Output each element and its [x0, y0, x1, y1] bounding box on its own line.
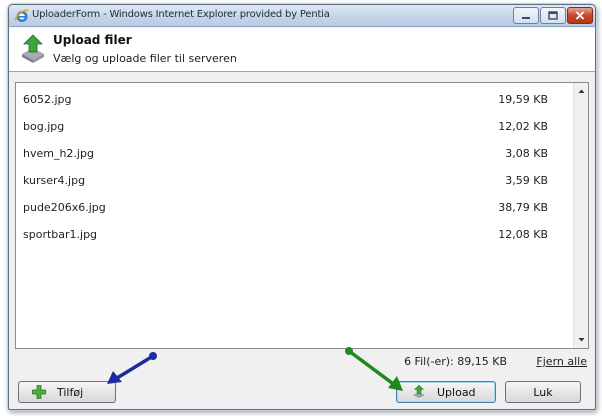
- file-size: 19,59 KB: [498, 93, 548, 106]
- file-name: kurser4.jpg: [23, 174, 86, 187]
- dialog-header: Upload filer Vælg og uploade filer til s…: [9, 28, 595, 72]
- dialog-subtitle: Vælg og uploade filer til serveren: [53, 52, 237, 65]
- upload-button[interactable]: Upload: [396, 381, 496, 403]
- dialog-title: Upload filer: [53, 33, 132, 47]
- uploader-window: UploaderForm - Windows Internet Explorer…: [8, 4, 596, 410]
- maximize-icon: [548, 11, 558, 20]
- file-size: 3,08 KB: [505, 147, 548, 160]
- file-name: sportbar1.jpg: [23, 228, 98, 241]
- list-item[interactable]: sportbar1.jpg 12,08 KB: [16, 224, 576, 244]
- upload-button-label: Upload: [437, 385, 476, 399]
- remove-all-link[interactable]: Fjern alle: [536, 355, 587, 368]
- upload-icon: [413, 384, 425, 398]
- add-button-label: Tilføj: [57, 385, 84, 399]
- file-name: 6052.jpg: [23, 93, 72, 106]
- minimize-button[interactable]: [513, 7, 539, 24]
- plus-icon: [32, 385, 46, 399]
- maximize-button[interactable]: [540, 7, 566, 24]
- window-title: UploaderForm - Windows Internet Explorer…: [32, 9, 330, 20]
- vertical-scrollbar[interactable]: [573, 83, 588, 348]
- add-button[interactable]: Tilføj: [18, 381, 116, 403]
- minimize-icon: [522, 16, 530, 19]
- scroll-down-button[interactable]: [574, 332, 589, 348]
- close-button-label: Luk: [533, 385, 553, 399]
- internet-explorer-icon: [14, 9, 29, 22]
- file-summary: 6 Fil(-er): 89,15 KB: [404, 355, 507, 368]
- list-item[interactable]: bog.jpg 12,02 KB: [16, 116, 576, 136]
- list-item[interactable]: pude206x6.jpg 38,79 KB: [16, 197, 576, 217]
- file-size: 3,59 KB: [505, 174, 548, 187]
- file-size: 12,02 KB: [498, 120, 548, 133]
- status-bar: 6 Fil(-er): 89,15 KB Fjern alle: [15, 350, 589, 372]
- list-item[interactable]: 6052.jpg 19,59 KB: [16, 89, 576, 109]
- arrow-down-icon: [578, 338, 585, 342]
- file-size: 38,79 KB: [498, 201, 548, 214]
- title-bar[interactable]: UploaderForm - Windows Internet Explorer…: [9, 5, 595, 27]
- file-name: bog.jpg: [23, 120, 65, 133]
- list-item[interactable]: hvem_h2.jpg 3,08 KB: [16, 143, 576, 163]
- scroll-up-button[interactable]: [574, 83, 589, 99]
- file-list[interactable]: 6052.jpg 19,59 KB bog.jpg 12,02 KB hvem_…: [15, 82, 589, 349]
- arrow-up-icon: [578, 89, 585, 93]
- file-name: pude206x6.jpg: [23, 201, 106, 214]
- list-item[interactable]: kurser4.jpg 3,59 KB: [16, 170, 576, 190]
- window-close-button[interactable]: [567, 7, 593, 24]
- file-name: hvem_h2.jpg: [23, 147, 94, 160]
- close-icon: [575, 11, 585, 20]
- close-button[interactable]: Luk: [505, 381, 581, 403]
- upload-icon: [22, 34, 44, 63]
- file-size: 12,08 KB: [498, 228, 548, 241]
